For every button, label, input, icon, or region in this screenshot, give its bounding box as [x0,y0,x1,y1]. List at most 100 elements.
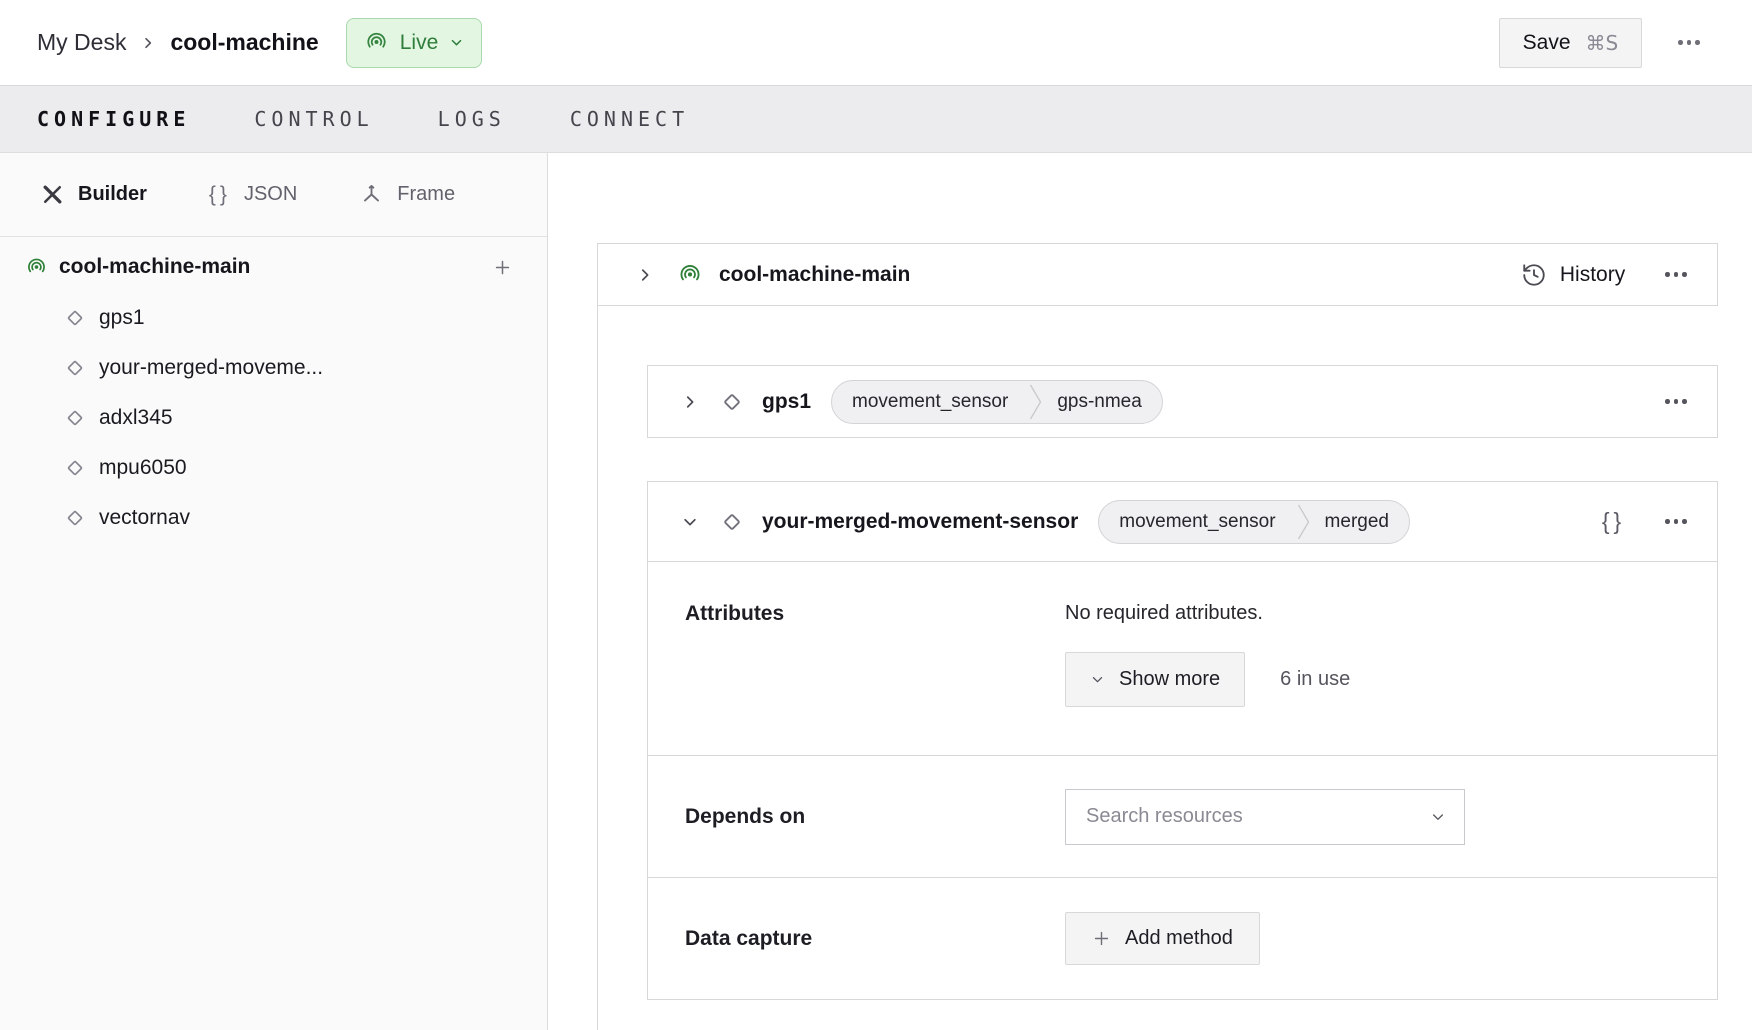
chevron-right-icon [140,35,156,51]
tree-item-adxl345[interactable]: adxl345 [0,393,547,443]
broadcast-icon [25,256,48,279]
diamond-icon [63,506,87,530]
tree-item-vectornav[interactable]: vectornav [0,493,547,543]
collapse-merged-button[interactable] [681,513,699,531]
gps1-card-title: gps1 [762,390,811,414]
tag-separator-icon [1296,501,1311,543]
resource-tree: cool-machine-main gps1 your-merged-mov [0,237,547,543]
attributes-empty-text: No required attributes. [1065,602,1350,625]
machine-status-badge[interactable]: Live [346,18,483,68]
tag-type: movement_sensor [1099,511,1295,533]
diamond-icon [719,389,745,415]
add-method-button[interactable]: Add method [1065,912,1260,965]
tree-item-label: gps1 [99,306,145,330]
merged-card-header: your-merged-movement-sensor movement_sen… [648,482,1717,562]
view-tab-json[interactable]: JSON [209,183,297,207]
show-more-button[interactable]: Show more [1065,652,1245,707]
search-resources-input[interactable] [1086,805,1430,828]
tab-control[interactable]: CONTROL [254,107,373,131]
raw-json-button[interactable] [1602,508,1625,535]
expand-gps1-button[interactable] [681,393,699,411]
topbar-more-button[interactable] [1678,40,1700,45]
tree-item-label: mpu6050 [99,456,187,480]
top-bar: My Desk cool-machine Live Save ⌘S [0,0,1752,85]
add-method-label: Add method [1125,927,1233,950]
tag-model: gps-nmea [1043,391,1162,413]
plus-icon [1092,929,1111,948]
merged-sensor-card: your-merged-movement-sensor movement_sen… [647,481,1718,1000]
depends-on-select[interactable] [1065,789,1465,845]
braces-icon [209,183,231,207]
nav-tab-bar: CONFIGURE CONTROL LOGS CONNECT [0,85,1752,153]
add-resource-button[interactable] [493,258,512,277]
machine-card: cool-machine-main History [597,243,1718,306]
data-capture-label: Data capture [685,927,1065,951]
frame-icon [359,182,384,207]
diamond-icon [63,456,87,480]
machine-card-title: cool-machine-main [719,263,910,287]
attributes-content: No required attributes. Show more 6 in u… [1065,602,1350,755]
view-tab-label: Builder [78,183,147,206]
history-button[interactable]: History [1521,262,1625,288]
tree-item-label: vectornav [99,506,190,530]
breadcrumb: My Desk cool-machine [37,29,319,56]
machine-card-more-button[interactable] [1665,272,1687,277]
view-tab-label: Frame [397,183,455,206]
tree-item-label: your-merged-moveme... [99,356,323,380]
chevron-down-icon [1090,672,1105,687]
data-capture-section: Data capture Add method [648,878,1717,999]
sidebar: Builder JSON Frame [0,153,548,1030]
status-label: Live [400,31,439,55]
nesting-connector-line [597,306,598,1030]
app-window: My Desk cool-machine Live Save ⌘S [0,0,1752,1030]
breadcrumb-parent[interactable]: My Desk [37,29,126,56]
broadcast-icon [364,30,389,55]
tree-item-label: adxl345 [99,406,173,430]
main-panel: cool-machine-main History [548,153,1752,1030]
depends-on-label: Depends on [685,805,1065,829]
tab-connect[interactable]: CONNECT [570,107,689,131]
show-more-label: Show more [1119,668,1220,691]
chevron-down-icon [1430,809,1446,825]
view-tab-builder[interactable]: Builder [40,182,147,207]
expand-machine-button[interactable] [636,266,654,284]
history-label: History [1560,263,1625,287]
tree-item-root[interactable]: cool-machine-main [0,241,547,293]
merged-card-more-button[interactable] [1665,519,1687,524]
tab-configure[interactable]: CONFIGURE [37,107,190,131]
tree-item-mpu6050[interactable]: mpu6050 [0,443,547,493]
tag-model: merged [1311,511,1409,533]
resource-type-tag: movement_sensor merged [1098,500,1410,544]
resource-type-tag: movement_sensor gps-nmea [831,380,1163,424]
view-tab-label: JSON [244,183,297,206]
gps1-card: gps1 movement_sensor gps-nmea [647,365,1718,438]
view-tab-frame[interactable]: Frame [359,182,455,207]
history-icon [1521,262,1547,288]
diamond-icon [63,356,87,380]
tag-separator-icon [1028,381,1043,423]
show-more-row: Show more 6 in use [1065,652,1350,707]
attributes-section: Attributes No required attributes. Show … [648,562,1717,756]
tree-item-gps1[interactable]: gps1 [0,293,547,343]
diamond-icon [63,306,87,330]
breadcrumb-current: cool-machine [170,29,318,56]
attributes-label: Attributes [685,602,1065,755]
tag-type: movement_sensor [832,391,1028,413]
broadcast-icon [677,262,703,288]
content-area: Builder JSON Frame [0,153,1752,1030]
tools-icon [40,182,65,207]
merged-card-title: your-merged-movement-sensor [762,510,1078,534]
tree-root-label: cool-machine-main [59,255,493,279]
save-button[interactable]: Save ⌘S [1499,18,1643,68]
diamond-icon [63,406,87,430]
tree-item-merged-sensor[interactable]: your-merged-moveme... [0,343,547,393]
attributes-in-use-count: 6 in use [1280,668,1350,691]
save-label: Save [1523,31,1571,55]
depends-on-section: Depends on [648,756,1717,878]
gps1-card-more-button[interactable] [1665,399,1687,404]
tab-logs[interactable]: LOGS [438,107,506,131]
diamond-icon [719,509,745,535]
sidebar-view-tabs: Builder JSON Frame [0,153,547,237]
save-shortcut: ⌘S [1586,31,1619,55]
chevron-down-icon [449,35,464,50]
